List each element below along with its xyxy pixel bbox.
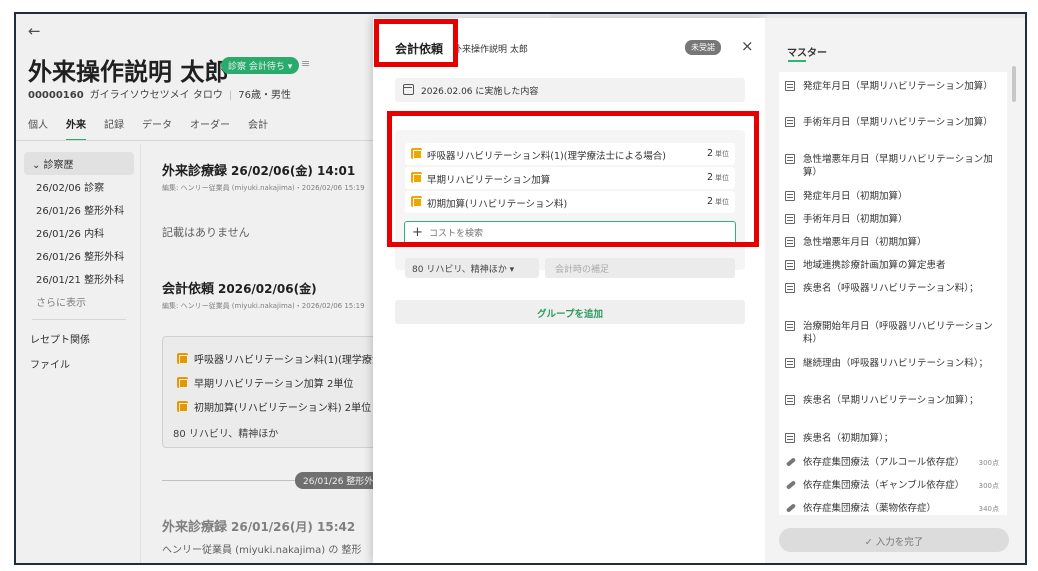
document-icon	[785, 237, 795, 247]
document-icon	[785, 214, 795, 224]
performed-date: 2026.02.06 に実施した内容	[395, 78, 745, 102]
master-item-points: 300点	[978, 459, 999, 467]
cost-search-input[interactable]	[429, 226, 719, 242]
document-icon	[785, 395, 795, 405]
document-icon	[785, 154, 795, 164]
master-item[interactable]: 発症年月日（早期リハビリテーション加算）	[785, 80, 1007, 93]
master-item-label: 急性増悪年月日（初期加算）	[803, 237, 927, 248]
master-item[interactable]: 地域連携診療計画加算の算定患者	[785, 259, 1007, 272]
app-window: ← 外来操作説明 太郎 診察 会計待ち ▾ ≡ 00000160 ガイライソウセツ…	[14, 12, 1027, 565]
master-item-label: 疾患名（早期リハビリテーション加算）；	[803, 395, 979, 406]
cost-item[interactable]: 初期加算(リハビリテーション料) 2 単位	[405, 191, 735, 213]
status-badge: 未受諾	[685, 40, 721, 55]
calendar-icon	[403, 84, 414, 95]
master-item-points: 300点	[978, 482, 999, 490]
cost-item[interactable]: 早期リハビリテーション加算 2 単位	[405, 167, 735, 189]
cost-item-qty[interactable]: 2 単位	[707, 196, 729, 207]
procedure-icon	[785, 457, 795, 467]
cost-item-qty[interactable]: 2 単位	[707, 148, 729, 159]
qty-unit: 単位	[715, 174, 729, 182]
master-item-label: 手術年月日（初期加算）	[803, 214, 908, 225]
cost-group: 呼吸器リハビリテーション料(1)(理学療法士による場合) 2 単位 早期リハビリテ…	[395, 130, 745, 278]
master-item-label: 発症年月日（早期リハビリテーション加算）	[803, 81, 993, 92]
master-item[interactable]: 治療開始年月日（呼吸器リハビリテーション料）	[785, 320, 1007, 346]
document-icon	[785, 358, 795, 368]
master-item[interactable]: 発症年月日（初期加算）	[785, 190, 1007, 203]
master-item-points: 340点	[978, 505, 999, 513]
master-item-label: 手術年月日（早期リハビリテーション加算）	[803, 117, 993, 128]
plus-icon: +	[412, 225, 423, 240]
document-icon	[785, 191, 795, 201]
master-item-label: 継続理由（呼吸器リハビリテーション料）；	[803, 358, 989, 369]
master-item[interactable]: 疾患名（呼吸器リハビリテーション料）；	[785, 282, 1007, 295]
master-item-label: 疾患名（呼吸器リハビリテーション料）；	[803, 283, 979, 294]
panel-title: 会計依頼	[395, 42, 444, 56]
category-select[interactable]: 80 リハビリ、精神ほか ▾	[405, 258, 539, 278]
document-icon	[785, 81, 795, 91]
master-item-label: 依存症集団療法（薬物依存症）	[803, 503, 937, 514]
master-item[interactable]: 継続理由（呼吸器リハビリテーション料）；	[785, 357, 1007, 370]
qty-value: 2	[706, 172, 713, 183]
master-item-label: 依存症集団療法（アルコール依存症）	[803, 457, 965, 468]
master-list: 発症年月日（早期リハビリテーション加算） 手術年月日（早期リハビリテーション加算…	[779, 72, 1007, 515]
master-item-label: 発症年月日（初期加算）	[803, 191, 908, 202]
master-item[interactable]: 疾患名（早期リハビリテーション加算）；	[785, 394, 1007, 407]
document-icon	[785, 260, 795, 270]
master-item[interactable]: 手術年月日（初期加算）	[785, 213, 1007, 226]
master-item-label: 地域連携診療計画加算の算定患者	[803, 260, 946, 271]
master-item-label: 疾患名（初期加算）；	[803, 433, 894, 444]
item-icon	[411, 172, 422, 183]
master-item[interactable]: 疾患名（初期加算）；	[785, 432, 1007, 445]
qty-value: 2	[706, 148, 713, 159]
master-item-label: 急性増悪年月日（早期リハビリテーション加算）	[803, 154, 993, 178]
cost-item-label: 初期加算(リハビリテーション料)	[427, 199, 568, 210]
cost-item[interactable]: 呼吸器リハビリテーション料(1)(理学療法士による場合) 2 単位	[405, 143, 735, 165]
qty-unit: 単位	[715, 198, 729, 206]
close-icon[interactable]: ×	[741, 37, 754, 55]
qty-unit: 単位	[715, 150, 729, 158]
billing-note-input[interactable]: 会計時の補足	[545, 258, 735, 278]
cost-search[interactable]: +	[404, 221, 736, 246]
document-icon	[785, 283, 795, 293]
procedure-icon	[785, 480, 795, 490]
document-icon	[785, 321, 795, 331]
performed-date-text: 2026.02.06 に実施した内容	[421, 87, 539, 97]
cost-item-label: 呼吸器リハビリテーション料(1)(理学療法士による場合)	[427, 151, 666, 162]
panel-patient-name: 外来操作説明 太郎	[453, 45, 528, 55]
add-group-button[interactable]: グループを追加	[395, 300, 745, 324]
master-item[interactable]: 急性増悪年月日（早期リハビリテーション加算）	[785, 153, 1007, 179]
procedure-icon	[785, 503, 795, 513]
master-item-label: 依存症集団療法（ギャンブル依存症）	[803, 480, 965, 491]
billing-request-panel: 会計依頼 外来操作説明 太郎 未受諾 × 2026.02.06 に実施した内容 …	[373, 18, 765, 563]
complete-input-button[interactable]: ✓ 入力を完了	[779, 528, 1009, 552]
qty-value: 2	[706, 196, 713, 207]
master-item-label: 治療開始年月日（呼吸器リハビリテーション料）	[803, 321, 993, 345]
scrollbar[interactable]	[1012, 66, 1016, 102]
item-icon	[411, 148, 422, 159]
tab-underline	[788, 60, 806, 62]
master-item[interactable]: 依存症集団療法（ギャンブル依存症） 300点	[785, 479, 1007, 492]
master-item[interactable]: 依存症集団療法（アルコール依存症） 300点	[785, 456, 1007, 469]
document-icon	[785, 433, 795, 443]
cost-item-qty[interactable]: 2 単位	[707, 172, 729, 183]
tab-master[interactable]: マスター	[787, 44, 827, 59]
master-panel: マスター 発症年月日（早期リハビリテーション加算） 手術年月日（早期リハビリテー…	[765, 18, 1025, 563]
item-icon	[411, 196, 422, 207]
cost-item-label: 早期リハビリテーション加算	[427, 175, 551, 186]
document-icon	[785, 117, 795, 127]
master-item[interactable]: 急性増悪年月日（初期加算）	[785, 236, 1007, 249]
master-item[interactable]: 手術年月日（早期リハビリテーション加算）	[785, 116, 1007, 129]
master-item[interactable]: 依存症集団療法（薬物依存症） 340点	[785, 502, 1007, 515]
